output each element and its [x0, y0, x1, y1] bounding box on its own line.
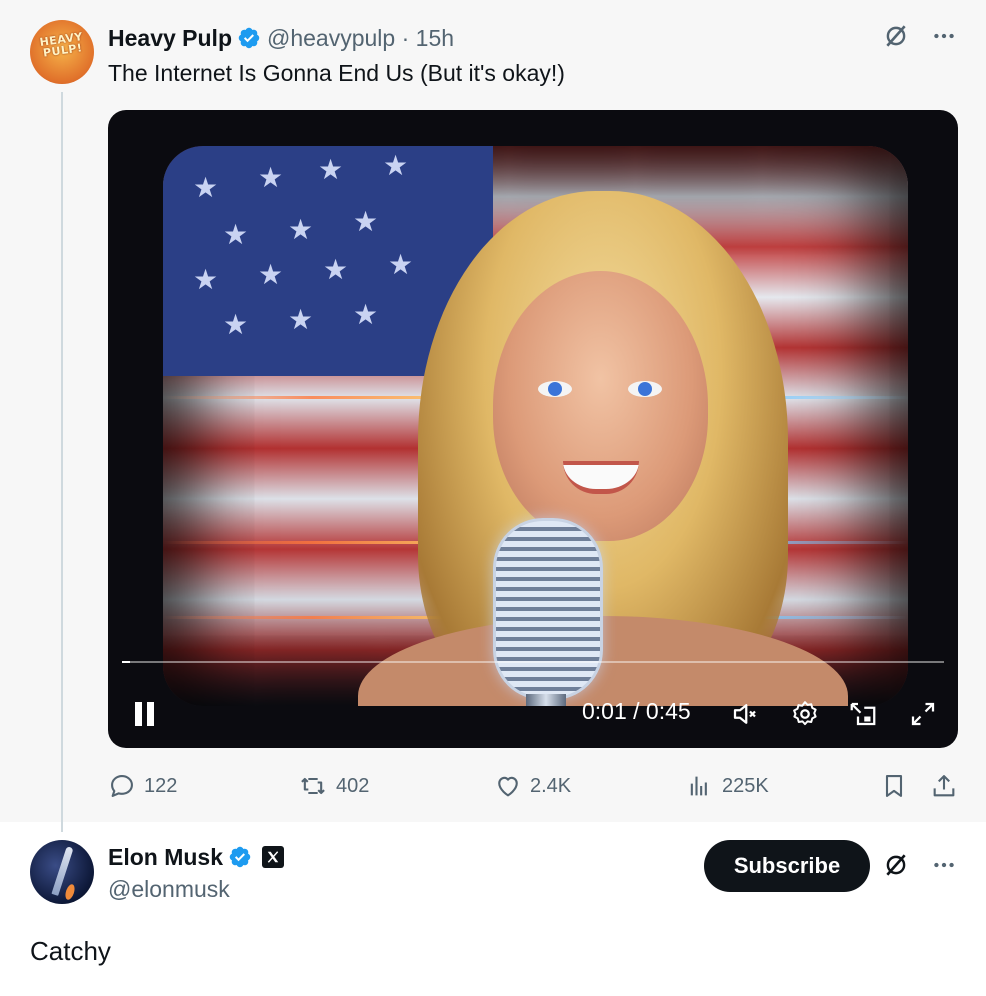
pip-icon[interactable] — [846, 697, 880, 731]
repost-icon — [301, 777, 325, 795]
star: ★ — [223, 218, 249, 251]
repost-button[interactable]: 402 — [298, 768, 369, 804]
rocket-flame — [63, 883, 77, 901]
star: ★ — [258, 161, 284, 194]
reply-top-actions — [882, 851, 958, 879]
more-icon[interactable] — [930, 851, 958, 879]
heavy-pulp-avatar[interactable]: HEAVY PULP! — [30, 20, 94, 84]
grok-icon[interactable] — [882, 851, 910, 879]
star: ★ — [258, 258, 284, 291]
verified-icon — [229, 846, 251, 868]
star: ★ — [288, 303, 314, 336]
microphone — [493, 518, 603, 700]
star: ★ — [323, 253, 349, 286]
reply-icon — [111, 775, 133, 797]
post-time[interactable]: · 15h — [395, 25, 454, 52]
star: ★ — [223, 308, 249, 341]
reply-button[interactable]: 122 — [108, 768, 177, 804]
bookmark-icon — [885, 775, 903, 797]
pause-icon[interactable] — [132, 700, 158, 728]
author-handle[interactable]: @heavypulp — [267, 25, 395, 52]
star: ★ — [288, 213, 314, 246]
reply-author-handle[interactable]: @elonmusk — [108, 876, 230, 903]
quoted-post[interactable]: HEAVY PULP! Heavy Pulp @heavypulp · 15h … — [0, 0, 986, 832]
eye — [628, 381, 662, 397]
post-time-text: · 15h — [401, 24, 455, 51]
post-header: Heavy Pulp @heavypulp · 15h — [108, 22, 454, 54]
bookmark-button[interactable] — [880, 768, 908, 804]
star: ★ — [193, 171, 219, 204]
fullscreen-icon[interactable] — [906, 697, 940, 731]
video-frame: ★ ★ ★ ★ ★ ★ ★ ★ ★ ★ ★ ★ ★ ★ — [163, 146, 908, 706]
star: ★ — [353, 298, 379, 331]
eye — [538, 381, 572, 397]
video-progress-bar[interactable] — [122, 661, 944, 663]
video-player[interactable]: ★ ★ ★ ★ ★ ★ ★ ★ ★ ★ ★ ★ ★ ★ 0:01 / 0:45 — [108, 110, 958, 748]
microphone-stand — [526, 694, 566, 706]
video-progress-fill — [122, 661, 131, 663]
reply-text: Catchy — [30, 936, 111, 966]
avatar-logo-text: HEAVY PULP! — [38, 30, 84, 60]
elon-musk-avatar[interactable] — [30, 840, 94, 904]
post-text: The Internet Is Gonna End Us (But it's o… — [108, 60, 565, 86]
settings-icon[interactable] — [788, 697, 822, 731]
grok-icon[interactable] — [882, 22, 910, 50]
like-count: 2.4K — [530, 774, 572, 797]
star: ★ — [388, 248, 414, 281]
mute-icon[interactable] — [728, 697, 762, 731]
star: ★ — [193, 263, 219, 296]
video-time: 0:01 / 0:45 — [582, 698, 691, 724]
view-count: 225K — [722, 774, 769, 797]
author-name[interactable]: Heavy Pulp — [108, 25, 232, 52]
more-icon[interactable] — [930, 22, 958, 50]
verified-icon — [238, 27, 260, 49]
star: ★ — [318, 153, 344, 186]
smile — [563, 461, 639, 494]
post-top-actions — [882, 22, 958, 50]
reply-count: 122 — [144, 774, 178, 797]
share-button[interactable] — [930, 768, 958, 804]
x-badge-icon[interactable] — [262, 846, 285, 868]
singer-face — [493, 271, 708, 541]
reply-author-name[interactable]: Elon Musk — [108, 844, 223, 871]
like-button[interactable]: 2.4K — [494, 768, 571, 804]
share-icon — [933, 775, 955, 797]
views-icon — [690, 776, 707, 796]
thread-line — [61, 92, 63, 832]
subscribe-button[interactable]: Subscribe — [704, 840, 870, 892]
post-metrics: 122 402 2.4K 225K — [108, 768, 960, 804]
reply-header: Elon Musk — [108, 840, 285, 874]
like-icon — [498, 776, 518, 797]
views-button[interactable]: 225K — [686, 768, 769, 804]
star: ★ — [383, 149, 409, 182]
repost-count: 402 — [336, 774, 370, 797]
star: ★ — [353, 205, 379, 238]
